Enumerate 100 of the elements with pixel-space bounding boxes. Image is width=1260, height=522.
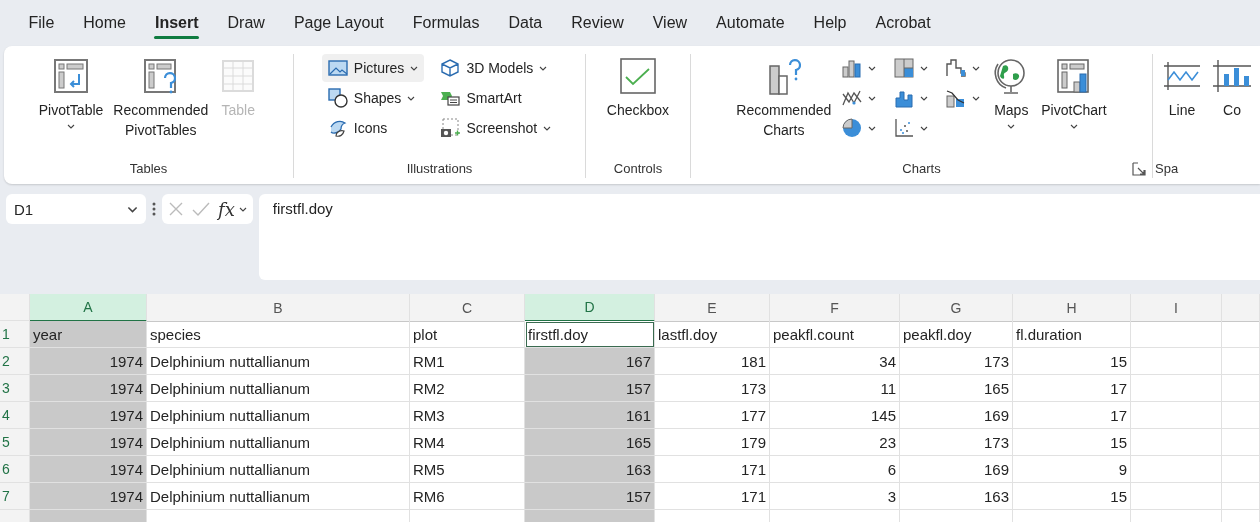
caret-icon: [127, 205, 138, 213]
row-header[interactable]: 1: [0, 321, 30, 348]
table-cell: 1974: [30, 402, 147, 429]
column-header[interactable]: A: [30, 294, 147, 322]
column-header[interactable]: F: [770, 294, 900, 322]
column-header[interactable]: H: [1013, 294, 1131, 322]
table-cell: 165: [900, 375, 1013, 402]
ribbon-tab[interactable]: Review: [556, 6, 639, 40]
table-cell: 34: [770, 348, 900, 375]
pie-chart-icon: [842, 118, 863, 138]
more-options-icon[interactable]: [152, 202, 156, 216]
ribbon-tab[interactable]: View: [638, 6, 702, 40]
table-cell: 15: [1013, 483, 1131, 510]
table-cell: Delphinium nuttallianum: [147, 456, 410, 483]
ribbon-tab[interactable]: Page Layout: [279, 6, 399, 40]
table-cell: 173: [900, 348, 1013, 375]
column-chart-icon: [842, 58, 863, 78]
group-label: Spa: [1155, 160, 1180, 178]
empty-cell: [1222, 429, 1260, 456]
ribbon-button[interactable]: Checkbox: [603, 54, 673, 122]
table-cell: Delphinium nuttallianum: [147, 375, 410, 402]
table-cell: 9: [1013, 456, 1131, 483]
table-cell: 15: [1013, 348, 1131, 375]
ribbon-tab[interactable]: Data: [493, 6, 557, 40]
ribbon-button[interactable]: Recommended Charts: [733, 54, 835, 142]
insert-function-button[interactable]: fx: [218, 198, 247, 220]
column-header[interactable]: E: [655, 294, 770, 322]
table-cell: firstfl.doy: [525, 321, 655, 348]
ribbon-button[interactable]: Line: [1159, 54, 1205, 122]
ribbon-button[interactable]: Recommended PivotTables: [110, 54, 212, 142]
ribbon-tab[interactable]: Formulas: [398, 6, 494, 40]
group-label: Tables: [128, 160, 169, 178]
table-cell: 11: [770, 375, 900, 402]
checkmark-icon: [192, 201, 210, 217]
table-cell: 173: [900, 429, 1013, 456]
ribbon-tab[interactable]: Automate: [701, 6, 800, 40]
table-cell: 169: [900, 402, 1013, 429]
empty-cell: [1222, 321, 1260, 348]
table-cell: 1974: [30, 483, 147, 510]
column-header[interactable]: D: [525, 294, 655, 322]
table-cell: 6: [770, 456, 900, 483]
formula-input[interactable]: firstfl.doy: [258, 194, 1260, 280]
ribbon-button[interactable]: Screenshot: [434, 114, 558, 142]
table-cell: peakfl.count: [770, 321, 900, 348]
column-header[interactable]: B: [147, 294, 410, 322]
dialog-launcher-icon[interactable]: [1132, 162, 1146, 176]
row-header[interactable]: 5: [0, 429, 30, 456]
row-header[interactable]: 3: [0, 375, 30, 402]
ribbon-button[interactable]: PivotTable: [35, 54, 107, 131]
ribbon-button[interactable]: Icons: [321, 114, 425, 142]
shapes-icon: [327, 88, 348, 108]
row-header[interactable]: 4: [0, 402, 30, 429]
group-label: Illustrations: [405, 160, 474, 178]
table-cell: lastfl.doy: [655, 321, 770, 348]
table-cell: 3: [770, 483, 900, 510]
checkbox-icon: [618, 56, 658, 96]
ribbon-tab[interactable]: Help: [799, 6, 861, 40]
table-cell: 17: [1013, 375, 1131, 402]
row-header[interactable]: 2: [0, 348, 30, 375]
group-label: Charts: [901, 160, 942, 178]
close-icon: [168, 201, 184, 217]
ribbon-tab[interactable]: Insert: [140, 6, 214, 40]
ribbon-tab[interactable]: Draw: [213, 6, 280, 40]
table-cell: 173: [655, 375, 770, 402]
table-cell: 167: [525, 348, 655, 375]
ribbon-button[interactable]: Co: [1209, 54, 1255, 122]
combo-chart-icon: [946, 88, 967, 108]
table-cell: 171: [655, 456, 770, 483]
ribbon-tab[interactable]: Acrobat: [861, 6, 946, 40]
table-cell: 157: [525, 375, 655, 402]
table-cell: 157: [525, 483, 655, 510]
ribbon-button[interactable]: Pictures: [321, 54, 425, 82]
ribbon-button[interactable]: PivotChart: [1038, 54, 1110, 131]
column-header[interactable]: C: [410, 294, 525, 322]
table-cell: 1974: [30, 375, 147, 402]
cube-icon: [440, 58, 461, 78]
empty-cell: [1222, 375, 1260, 402]
name-box[interactable]: D1: [6, 194, 146, 224]
table-cell: 15: [1013, 429, 1131, 456]
table-cell: species: [147, 321, 410, 348]
ribbon-button[interactable]: SmartArt: [434, 84, 558, 112]
row-header[interactable]: 6: [0, 456, 30, 483]
ribbon-tab[interactable]: File: [14, 6, 69, 40]
column-header[interactable]: I: [1131, 294, 1222, 322]
ribbon-button[interactable]: Maps: [988, 54, 1035, 131]
table-cell: 23: [770, 429, 900, 456]
column-header[interactable]: G: [900, 294, 1013, 322]
empty-cell: [1222, 348, 1260, 375]
histogram-icon: [894, 88, 915, 108]
ribbon-button[interactable]: 3D Models: [434, 54, 558, 82]
ribbon-tab[interactable]: Home: [68, 6, 141, 40]
table-cell: Delphinium nuttallianum: [147, 429, 410, 456]
table-cell: Delphinium nuttallianum: [147, 402, 410, 429]
row-header[interactable]: 7: [0, 483, 30, 510]
table-cell: year: [30, 321, 147, 348]
table-cell: peakfl.doy: [900, 321, 1013, 348]
waterfall-chart-icon: [946, 58, 967, 78]
ribbon-button[interactable]: Shapes: [321, 84, 425, 112]
camera-icon: [440, 118, 461, 138]
table-cell: 1974: [30, 456, 147, 483]
